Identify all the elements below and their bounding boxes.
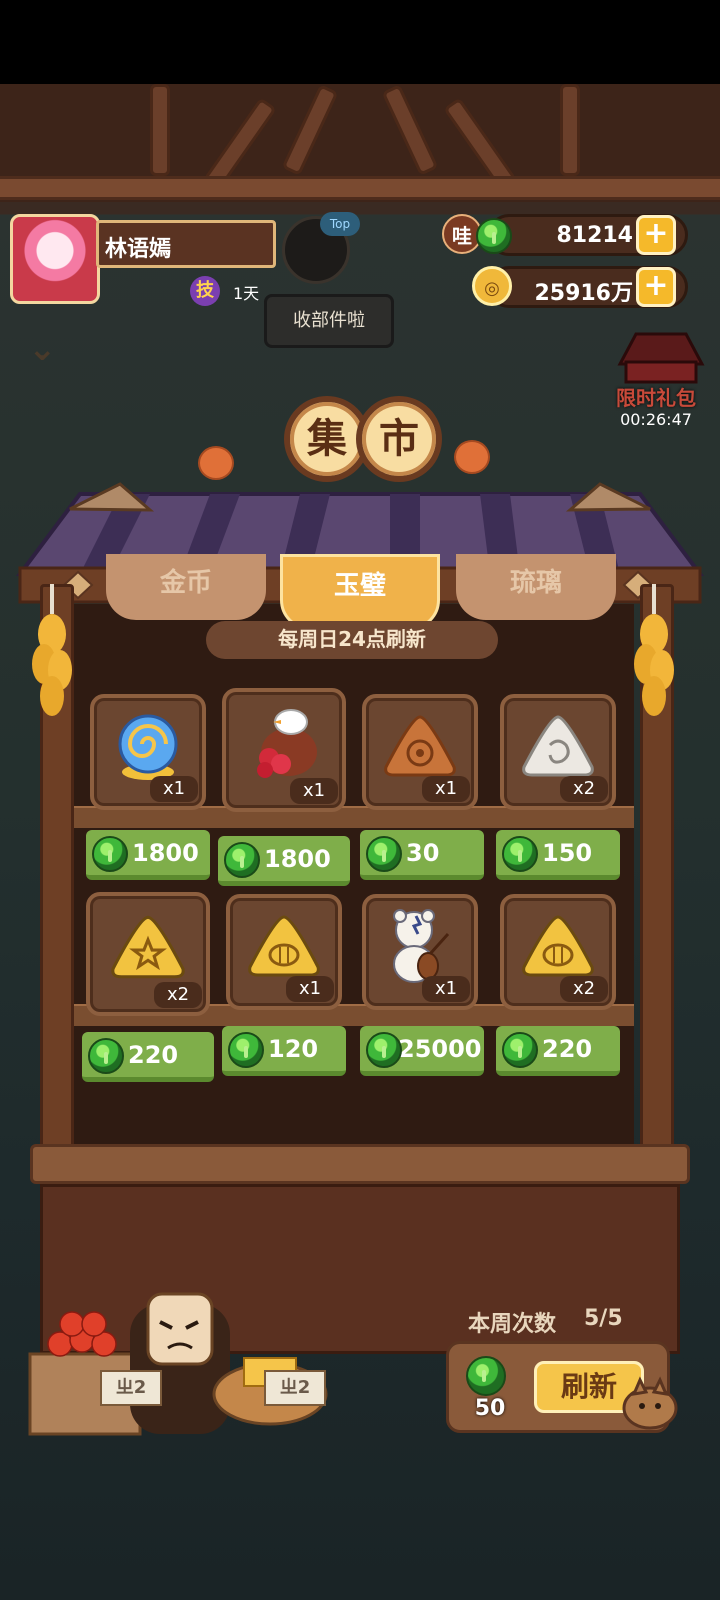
item-quantity: x2 bbox=[154, 982, 202, 1008]
price-value: 220 bbox=[128, 1041, 179, 1069]
beam-floor bbox=[0, 176, 720, 200]
jade-icon bbox=[502, 1032, 538, 1068]
shop-item-8[interactable]: x2 bbox=[500, 894, 616, 1010]
blue-snail-shell-icon bbox=[118, 714, 178, 780]
jade-icon bbox=[92, 836, 128, 872]
shop-item-4[interactable]: x2 bbox=[500, 694, 616, 810]
corn-icon bbox=[634, 584, 674, 716]
gold-fish-triangle-icon bbox=[522, 915, 594, 977]
price-value: 120 bbox=[268, 1035, 319, 1063]
bear-with-lute-icon bbox=[393, 908, 450, 983]
price-value: 25000 bbox=[398, 1035, 482, 1063]
skill-badge-icon[interactable]: 技 bbox=[190, 276, 220, 306]
jade-icon bbox=[366, 1032, 402, 1068]
item-quantity: x1 bbox=[422, 776, 470, 802]
gold-star-triangle-icon bbox=[111, 915, 185, 979]
persimmon-decoration bbox=[198, 446, 234, 480]
gift-countdown: 00:26:47 bbox=[620, 410, 692, 429]
price-value: 30 bbox=[406, 839, 440, 867]
price-button[interactable]: 1800 bbox=[86, 830, 210, 880]
tab-glaze[interactable]: 琉璃 bbox=[456, 554, 616, 620]
beam-post bbox=[150, 84, 170, 176]
jade-icon bbox=[366, 836, 402, 872]
price-value: 1800 bbox=[132, 839, 199, 867]
jade-icon bbox=[466, 1356, 506, 1396]
jade-icon bbox=[224, 842, 260, 878]
refresh-cost: 50 bbox=[474, 1396, 506, 1421]
tab-jade[interactable]: 玉璧 bbox=[280, 554, 440, 630]
chevron-down-icon[interactable]: ⌄ bbox=[28, 332, 68, 366]
price-value: 220 bbox=[542, 1035, 593, 1063]
vendor-price-board: ㄓ2 bbox=[264, 1370, 326, 1406]
beam-diagonal bbox=[381, 84, 439, 176]
vendor-scene-icon bbox=[28, 1292, 328, 1436]
price-button[interactable]: 220 bbox=[496, 1026, 620, 1076]
market-title-char: 市 bbox=[356, 396, 442, 482]
price-value: 150 bbox=[542, 839, 593, 867]
beam-post bbox=[560, 84, 580, 176]
price-button[interactable]: 25000 bbox=[360, 1026, 484, 1076]
shop-item-1[interactable]: x1 bbox=[90, 694, 206, 810]
coin-icon: ◎ bbox=[472, 266, 512, 306]
refresh-schedule-note: 每周日24点刷新 bbox=[206, 621, 498, 659]
item-quantity: x2 bbox=[560, 776, 608, 802]
jade-icon bbox=[502, 836, 538, 872]
persimmon-decoration bbox=[454, 440, 490, 474]
ceiling-beams bbox=[0, 84, 720, 202]
weekly-count-label: 本周次数 bbox=[468, 1312, 557, 1337]
item-quantity: x1 bbox=[290, 778, 338, 804]
item-quantity: x1 bbox=[286, 976, 334, 1002]
item-quantity: x1 bbox=[150, 776, 198, 802]
bird-flower-pot-icon bbox=[257, 709, 317, 779]
jade-amount: 81214 bbox=[556, 223, 633, 248]
vendor-price-board: ㄓ2 bbox=[100, 1370, 162, 1406]
price-button[interactable]: 150 bbox=[496, 830, 620, 880]
orange-triangle-rune-icon bbox=[384, 715, 456, 777]
player-avatar[interactable] bbox=[10, 214, 100, 304]
login-days: 1天 bbox=[233, 284, 260, 303]
weekly-count-value: 5/5 bbox=[584, 1306, 623, 1331]
game-stage: 林语嫣 技 1天 Top 收部件啦 ⌄ 81214 哇 + 25916万 ◎ +… bbox=[0, 84, 720, 1600]
jade-icon bbox=[88, 1038, 124, 1074]
bun-mascot-icon bbox=[622, 1376, 678, 1430]
jade-icon bbox=[476, 218, 512, 254]
coin-amount: 25916万 bbox=[534, 281, 633, 306]
shop-item-5[interactable]: x2 bbox=[86, 892, 210, 1016]
shop-item-3[interactable]: x1 bbox=[362, 694, 478, 810]
mail-speech-bubble[interactable]: 收部件啦 bbox=[264, 294, 394, 348]
shop-item-6[interactable]: x1 bbox=[226, 894, 342, 1010]
shop-item-7[interactable]: x1 bbox=[362, 894, 478, 1010]
limited-gift-label[interactable]: 限时礼包 bbox=[606, 382, 706, 411]
corn-icon bbox=[32, 584, 72, 716]
price-button[interactable]: 1800 bbox=[218, 836, 350, 886]
item-quantity: x2 bbox=[560, 976, 608, 1002]
gold-fish-triangle-icon bbox=[248, 915, 320, 977]
top-tag: Top bbox=[320, 212, 360, 236]
price-button[interactable]: 220 bbox=[82, 1032, 214, 1082]
add-coin-button[interactable]: + bbox=[636, 267, 676, 307]
beam-diagonal bbox=[281, 84, 339, 176]
player-name: 林语嫣 bbox=[96, 220, 276, 268]
add-jade-button[interactable]: + bbox=[636, 215, 676, 255]
white-triangle-rune-icon bbox=[522, 715, 594, 777]
shop-item-2[interactable]: x1 bbox=[222, 688, 346, 812]
price-value: 1800 bbox=[264, 845, 331, 873]
jade-icon bbox=[228, 1032, 264, 1068]
tab-gold-coin[interactable]: 金币 bbox=[106, 554, 266, 620]
item-quantity: x1 bbox=[422, 976, 470, 1002]
stall-counter-top bbox=[30, 1144, 690, 1184]
price-button[interactable]: 30 bbox=[360, 830, 484, 880]
price-button[interactable]: 120 bbox=[222, 1026, 346, 1076]
